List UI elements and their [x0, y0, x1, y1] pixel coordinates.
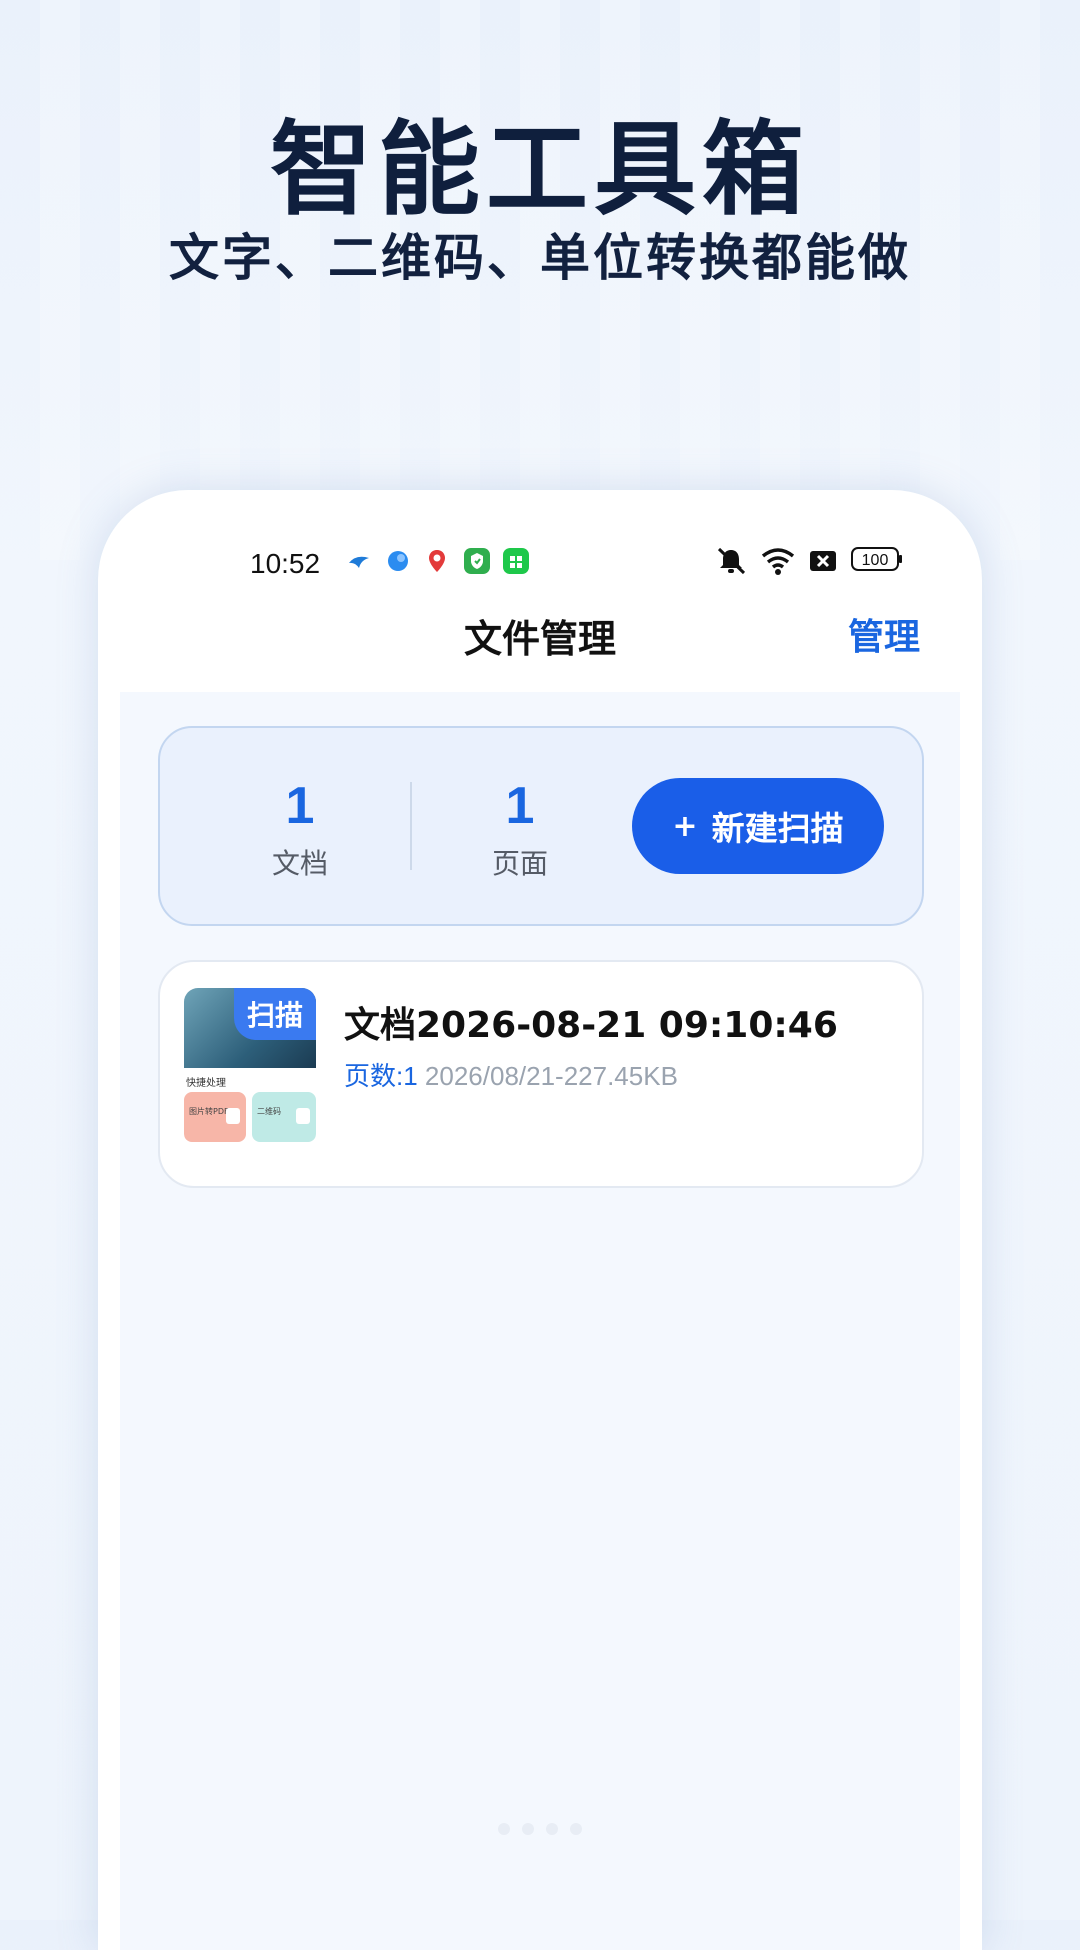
document-meta: 页数:1 2026/08/21-227.45KB: [344, 1056, 678, 1093]
status-bar: 10:52 100: [98, 490, 982, 579]
content-area: 1 文档 1 页面 + 新建扫描 扫描 快捷处理 图片转PDF 二维码 文档20…: [120, 692, 960, 1950]
documents-stat: 1 文档: [220, 778, 380, 882]
new-scan-button[interactable]: + 新建扫描: [632, 778, 884, 874]
pager-dot: [522, 1823, 534, 1835]
stats-divider: [410, 782, 412, 870]
manage-button[interactable]: 管理: [848, 608, 920, 660]
phone-frame: 10:52 100 文件管理 管理 1 文档 1 页面 + 新建扫描 扫描 快捷…: [98, 490, 982, 1950]
map-pin-icon: [424, 548, 450, 574]
document-name: 文档2026-08-21 09:10:46: [344, 1005, 838, 1046]
document-list-item[interactable]: 扫描 快捷处理 图片转PDF 二维码 文档2026-08-21 09:10:46…: [158, 960, 924, 1188]
pager-dot: [570, 1823, 582, 1835]
battery-level: 100: [862, 552, 889, 569]
blue-circle-app-icon: [385, 548, 411, 574]
file-icon: [226, 1108, 240, 1124]
pager-dot: [546, 1823, 558, 1835]
scan-badge: 扫描: [234, 988, 316, 1040]
mute-bell-icon: [714, 546, 748, 580]
plus-icon: +: [672, 808, 698, 844]
documents-count: 1: [285, 777, 315, 835]
stats-card: 1 文档 1 页面 + 新建扫描: [158, 726, 924, 926]
pages-label: 页面: [491, 847, 548, 880]
thumbnail-tile-pdf: 图片转PDF: [184, 1092, 246, 1142]
status-time: 10:52: [250, 548, 321, 579]
thumbnail-tile-qr: 二维码: [252, 1092, 316, 1142]
documents-label: 文档: [271, 847, 328, 880]
pager-dot: [498, 1823, 510, 1835]
tile-qr-label: 二维码: [257, 1107, 281, 1116]
battery-icon: 100: [850, 544, 904, 578]
sim-off-icon: [808, 546, 838, 580]
green-app-icon: [503, 548, 529, 574]
promo-title: 智能工具箱: [270, 111, 810, 230]
wifi-icon: [760, 546, 796, 580]
blue-bird-app-icon: [346, 548, 372, 574]
promo-subtitle: 文字、二维码、单位转换都能做: [169, 229, 911, 287]
pages-stat: 1 页面: [440, 778, 600, 882]
qr-code-icon: [296, 1108, 310, 1124]
document-date-size: 2026/08/21-227.45KB: [424, 1061, 678, 1091]
shield-app-icon: [464, 548, 490, 574]
pager-dots: [98, 1820, 982, 1839]
new-scan-label: 新建扫描: [711, 809, 844, 848]
document-thumbnail: 扫描 快捷处理 图片转PDF 二维码: [184, 988, 316, 1148]
tile-pdf-label: 图片转PDF: [189, 1107, 229, 1116]
thumbnail-caption: 快捷处理: [186, 1078, 226, 1089]
pages-count: 1: [505, 777, 535, 835]
document-page-count: 页数:1: [344, 1061, 418, 1091]
